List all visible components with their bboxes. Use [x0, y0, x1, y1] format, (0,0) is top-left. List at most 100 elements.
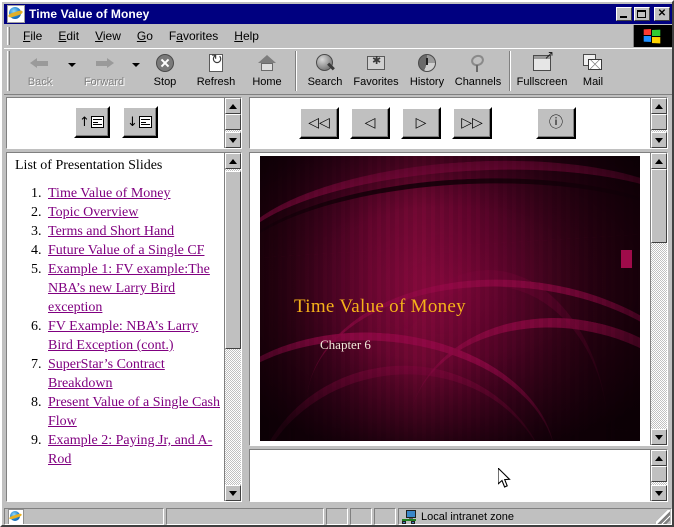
fullscreen-button[interactable]: Fullscreen	[515, 49, 569, 88]
menu-item-edit[interactable]: Edit	[50, 27, 87, 45]
internet-explorer-animated-logo	[633, 25, 672, 47]
channels-satellite-icon	[466, 52, 490, 75]
list-item[interactable]: Example 1: FV example:The NBA’s new Larr…	[45, 260, 224, 317]
search-button[interactable]: Search	[301, 49, 349, 88]
scroll-thumb[interactable]	[651, 169, 667, 243]
slide-frame: Time Value of Money Chapter 6	[249, 152, 668, 446]
scroll-track[interactable]	[651, 169, 667, 429]
slide-accent-swatch	[621, 250, 632, 268]
last-slide-button[interactable]: ▷▷	[452, 107, 492, 139]
browser-toolbar: Back Forward Stop Refresh Home Search Fa…	[4, 48, 672, 94]
scroll-track[interactable]	[651, 114, 667, 132]
toolbar-drag-grip[interactable]	[7, 51, 10, 91]
menu-bar: File Edit View Go Favorites Help	[4, 24, 672, 48]
right-arrow-icon: ▷	[416, 116, 427, 130]
scroll-thumb[interactable]	[651, 466, 667, 482]
menu-item-help[interactable]: Help	[226, 27, 267, 45]
outline-scrollbar[interactable]	[224, 153, 241, 501]
outline-controls-scrollbar[interactable]	[224, 98, 241, 148]
stop-button[interactable]: Stop	[141, 49, 189, 88]
scroll-thumb[interactable]	[225, 114, 241, 130]
scroll-up-button[interactable]	[225, 98, 241, 114]
status-cell-5	[374, 508, 396, 525]
history-button[interactable]: History	[403, 49, 451, 88]
list-item[interactable]: FV Example: NBA’s Larry Bird Exception (…	[45, 317, 224, 355]
stop-icon	[153, 52, 177, 75]
back-dropdown-arrow-icon[interactable]	[67, 63, 77, 67]
menu-item-view[interactable]: View	[87, 27, 129, 45]
scroll-track[interactable]	[651, 466, 667, 485]
slide-link[interactable]: Topic Overview	[48, 205, 138, 220]
scroll-thumb[interactable]	[225, 171, 241, 349]
forward-button[interactable]: Forward	[77, 49, 131, 88]
previous-slide-button[interactable]: ◁	[350, 107, 390, 139]
slide-link[interactable]: Example 2: Paying Jr, and A-Rod	[48, 433, 212, 467]
expand-outline-button[interactable]: ↑	[74, 106, 110, 138]
menu-item-favorites[interactable]: Favorites	[161, 27, 226, 45]
scroll-up-button[interactable]	[651, 450, 667, 466]
home-button[interactable]: Home	[243, 49, 291, 88]
scroll-up-button[interactable]	[651, 153, 667, 169]
slide-link[interactable]: FV Example: NBA’s Larry Bird Exception (…	[48, 319, 198, 353]
list-item[interactable]: SuperStar’s Contract Breakdown	[45, 355, 224, 393]
security-zone-cell[interactable]: Local intranet zone	[398, 508, 672, 525]
refresh-button[interactable]: Refresh	[189, 49, 243, 88]
list-item[interactable]: Example 2: Paying Jr, and A-Rod	[45, 431, 224, 469]
slide-link[interactable]: Future Value of a Single CF	[48, 243, 204, 258]
minimize-button[interactable]	[616, 7, 632, 21]
slide-link[interactable]: Example 1: FV example:The NBA’s new Larr…	[48, 262, 210, 315]
favorites-folder-icon	[364, 52, 388, 75]
slide-info-button[interactable]: ⓘ	[536, 107, 576, 139]
scroll-down-button[interactable]	[651, 485, 667, 501]
search-icon	[313, 52, 337, 75]
scroll-down-button[interactable]	[651, 429, 667, 445]
menu-drag-grip[interactable]	[7, 27, 10, 45]
status-cell-progress	[166, 508, 324, 525]
slide-link[interactable]: SuperStar’s Contract Breakdown	[48, 357, 165, 391]
list-item[interactable]: Time Value of Money	[45, 184, 224, 203]
window-title: Time Value of Money	[29, 7, 149, 21]
next-slide-button[interactable]: ▷	[401, 107, 441, 139]
title-bar: Time Value of Money ✕	[4, 4, 672, 24]
notes-scrollbar[interactable]	[650, 450, 667, 501]
menu-item-file[interactable]: File	[15, 27, 50, 45]
list-item[interactable]: Future Value of a Single CF	[45, 241, 224, 260]
history-clock-icon	[415, 52, 439, 75]
internet-explorer-icon	[8, 509, 24, 525]
notes-content[interactable]	[250, 450, 650, 501]
home-icon	[255, 52, 279, 75]
list-item[interactable]: Topic Overview	[45, 203, 224, 222]
status-cell-primary	[4, 508, 164, 525]
collapse-outline-button[interactable]: ↓	[122, 106, 158, 138]
maximize-button[interactable]	[634, 7, 650, 21]
menu-item-go[interactable]: Go	[129, 27, 161, 45]
scroll-up-button[interactable]	[651, 98, 667, 114]
forward-dropdown-arrow-icon[interactable]	[131, 63, 141, 67]
mail-button[interactable]: Mail	[569, 49, 617, 88]
slide-link[interactable]: Terms and Short Hand	[48, 224, 174, 239]
internet-explorer-icon	[7, 5, 25, 23]
slide-navigation-scrollbar[interactable]	[650, 98, 667, 148]
scroll-track[interactable]	[225, 169, 241, 485]
scroll-down-button[interactable]	[651, 132, 667, 148]
slide-link[interactable]: Present Value of a Single Cash Flow	[48, 395, 220, 429]
list-item[interactable]: Present Value of a Single Cash Flow	[45, 393, 224, 431]
presentation-slide-image[interactable]: Time Value of Money Chapter 6	[260, 156, 640, 441]
scroll-down-button[interactable]	[225, 132, 241, 148]
list-item[interactable]: Terms and Short Hand	[45, 222, 224, 241]
scroll-thumb[interactable]	[651, 114, 667, 130]
back-button[interactable]: Back	[13, 49, 67, 88]
security-zone-label: Local intranet zone	[421, 511, 514, 523]
channels-button[interactable]: Channels	[451, 49, 505, 88]
scroll-track[interactable]	[225, 114, 241, 132]
favorites-button[interactable]: Favorites	[349, 49, 403, 88]
slide-link[interactable]: Time Value of Money	[48, 186, 171, 201]
vertical-splitter[interactable]	[242, 97, 249, 502]
window-resize-grip[interactable]	[656, 510, 670, 524]
scroll-down-button[interactable]	[225, 485, 241, 501]
slide-list: Time Value of Money Topic Overview Terms…	[15, 184, 224, 469]
scroll-up-button[interactable]	[225, 153, 241, 169]
first-slide-button[interactable]: ◁◁	[299, 107, 339, 139]
close-button[interactable]: ✕	[654, 7, 670, 21]
slide-scrollbar[interactable]	[650, 153, 667, 445]
